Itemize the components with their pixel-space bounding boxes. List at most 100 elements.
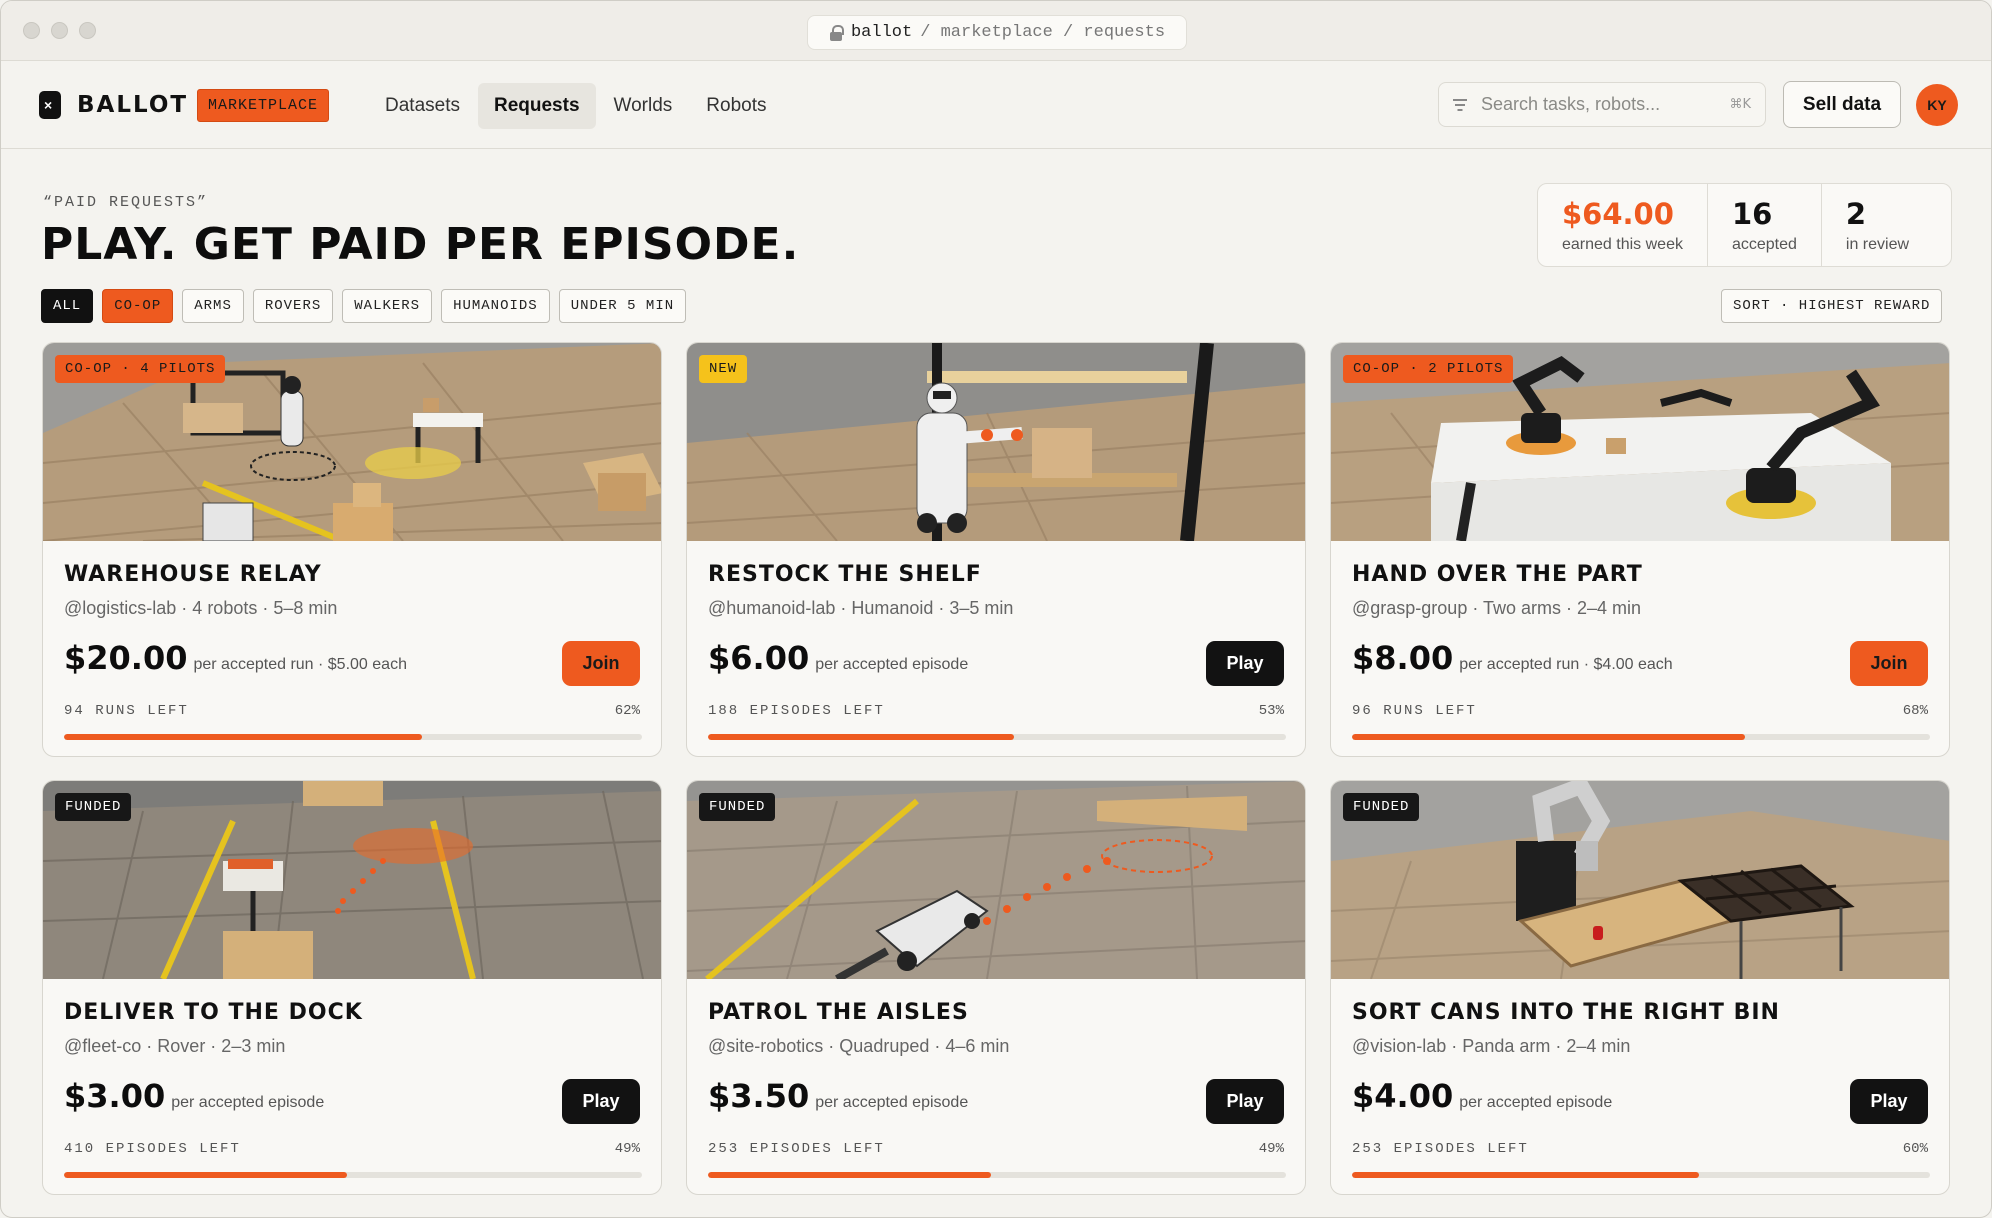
card-remaining: 188 EPISODES LEFT bbox=[708, 703, 885, 719]
card-price-note: per accepted run · $5.00 each bbox=[193, 656, 407, 673]
chip-humanoids[interactable]: HUMANOIDS bbox=[441, 289, 550, 323]
stat-earned: $64.00 earned this week bbox=[1538, 184, 1708, 266]
progress-bar bbox=[708, 734, 1286, 740]
card-title: PATROL THE AISLES bbox=[708, 1000, 969, 1025]
nav-links: Datasets Requests Worlds Robots bbox=[369, 83, 783, 129]
card-price: $20.00 bbox=[64, 639, 188, 677]
stat-accepted-value: 16 bbox=[1731, 197, 1773, 231]
card-price-row: $4.00 per accepted episode bbox=[1352, 1077, 1612, 1115]
stat-accepted-label: accepted bbox=[1731, 236, 1797, 253]
card-remaining: 94 RUNS LEFT bbox=[64, 703, 189, 719]
chip-under-5-min[interactable]: UNDER 5 MIN bbox=[558, 289, 687, 323]
card-thumbnail bbox=[1331, 781, 1949, 979]
brand-logo[interactable]: BALLOT bbox=[39, 91, 188, 119]
chip-walkers[interactable]: WALKERS bbox=[342, 289, 433, 323]
brand-name: BALLOT bbox=[77, 92, 189, 118]
search-input[interactable]: Search tasks, robots... ⌘K bbox=[1438, 82, 1766, 127]
play-button[interactable]: Play bbox=[562, 1079, 640, 1124]
nav-link-requests[interactable]: Requests bbox=[477, 83, 596, 129]
join-button[interactable]: Join bbox=[562, 641, 640, 686]
sell-data-button[interactable]: Sell data bbox=[1783, 81, 1901, 128]
card-meta: @humanoid-lab · Humanoid · 3–5 min bbox=[708, 598, 1014, 618]
chip-all[interactable]: ALL bbox=[41, 289, 94, 323]
chip-co-op[interactable]: CO-OP bbox=[102, 289, 174, 323]
card-percent: 53% bbox=[1258, 703, 1284, 719]
avatar[interactable]: KY bbox=[1916, 84, 1958, 126]
card-title: RESTOCK THE SHELF bbox=[708, 562, 982, 587]
lock-icon bbox=[829, 24, 844, 41]
nav-link-robots[interactable]: Robots bbox=[690, 83, 782, 129]
card-tag: CO-OP · 2 PILOTS bbox=[1343, 355, 1514, 383]
card-price-row: $3.50 per accepted episode bbox=[708, 1077, 968, 1115]
card-meta: @grasp-group · Two arms · 2–4 min bbox=[1352, 598, 1642, 618]
nav-link-worlds[interactable]: Worlds bbox=[598, 83, 689, 129]
card-title: HAND OVER THE PART bbox=[1352, 562, 1643, 587]
close-window-button[interactable] bbox=[23, 22, 40, 39]
minimize-window-button[interactable] bbox=[51, 22, 68, 39]
maximize-window-button[interactable] bbox=[79, 22, 96, 39]
card-price-row: $8.00 per accepted run · $4.00 each bbox=[1352, 639, 1673, 677]
join-button[interactable]: Join bbox=[1850, 641, 1928, 686]
progress-bar bbox=[64, 734, 642, 740]
filter-chips: ALL CO-OP ARMS ROVERS WALKERS HUMANOIDS … bbox=[41, 289, 687, 323]
card-remaining: 96 RUNS LEFT bbox=[1352, 703, 1477, 719]
card-price: $6.00 bbox=[708, 639, 810, 677]
sort-dropdown[interactable]: SORT · HIGHEST REWARD bbox=[1721, 289, 1943, 323]
card-percent: 49% bbox=[614, 1141, 640, 1157]
earnings-stats: $64.00 earned this week 16 accepted 2 in… bbox=[1537, 183, 1952, 267]
card-price: $3.50 bbox=[708, 1077, 810, 1115]
card-meta: @site-robotics · Quadruped · 4–6 min bbox=[708, 1036, 1010, 1056]
url-host: ballot bbox=[850, 23, 913, 42]
progress-bar bbox=[708, 1172, 1286, 1178]
card-title: DELIVER TO THE DOCK bbox=[64, 1000, 363, 1025]
url-path: / marketplace / requests bbox=[920, 23, 1166, 42]
card-title: WAREHOUSE RELAY bbox=[64, 562, 322, 587]
page-title: PLAY. GET PAID PER EPISODE. bbox=[41, 219, 800, 270]
search-shortcut: ⌘K bbox=[1729, 97, 1751, 112]
stat-earned-value: $64.00 bbox=[1562, 197, 1674, 231]
play-button[interactable]: Play bbox=[1850, 1079, 1928, 1124]
play-button[interactable]: Play bbox=[1206, 1079, 1284, 1124]
card-price: $8.00 bbox=[1352, 639, 1454, 677]
card-price-note: per accepted episode bbox=[1459, 1094, 1613, 1111]
chip-rovers[interactable]: ROVERS bbox=[252, 289, 334, 323]
progress-fill bbox=[64, 1172, 348, 1178]
play-button[interactable]: Play bbox=[1206, 641, 1284, 686]
request-card[interactable]: CO-OP · 2 PILOTS HAND OVER THE PART @gra… bbox=[1330, 342, 1950, 757]
progress-bar bbox=[1352, 1172, 1930, 1178]
progress-fill bbox=[708, 1172, 992, 1178]
request-card[interactable]: FUNDED SORT CANS INTO THE RIGHT BIN @vis… bbox=[1330, 780, 1950, 1195]
card-title: SORT CANS INTO THE RIGHT BIN bbox=[1352, 1000, 1780, 1025]
card-tag: FUNDED bbox=[699, 793, 776, 821]
request-card[interactable]: FUNDED DELIVER TO THE DOCK @fleet-co · R… bbox=[42, 780, 662, 1195]
card-price-note: per accepted episode bbox=[815, 656, 969, 673]
window-controls bbox=[23, 22, 96, 39]
progress-bar bbox=[1352, 734, 1930, 740]
progress-bar bbox=[64, 1172, 642, 1178]
card-price-row: $3.00 per accepted episode bbox=[64, 1077, 324, 1115]
filter-icon bbox=[1453, 98, 1467, 111]
sort-cans-scene-image bbox=[1331, 781, 1949, 979]
card-remaining: 253 EPISODES LEFT bbox=[708, 1141, 885, 1157]
card-price: $3.00 bbox=[64, 1077, 166, 1115]
nav-link-datasets[interactable]: Datasets bbox=[369, 83, 476, 129]
shelf-scene-image bbox=[687, 343, 1305, 541]
address-bar[interactable]: ballot / marketplace / requests bbox=[807, 15, 1187, 50]
card-price-note: per accepted episode bbox=[171, 1094, 325, 1111]
card-percent: 68% bbox=[1902, 703, 1928, 719]
request-card[interactable]: CO-OP · 4 PILOTS WAREHOUSE RELAY @logist… bbox=[42, 342, 662, 757]
card-price-row: $20.00 per accepted run · $5.00 each bbox=[64, 639, 407, 677]
request-card[interactable]: FUNDED PATROL THE AISLES @site-robotics … bbox=[686, 780, 1306, 1195]
stat-accepted: 16 accepted bbox=[1708, 184, 1822, 266]
card-thumbnail bbox=[43, 781, 661, 979]
marketplace-badge: MARKETPLACE bbox=[197, 89, 330, 122]
chip-arms[interactable]: ARMS bbox=[182, 289, 244, 323]
stat-in-review-value: 2 bbox=[1845, 197, 1867, 231]
card-tag: FUNDED bbox=[55, 793, 132, 821]
request-card[interactable]: NEW RESTOCK THE SHELF @humanoid-lab · Hu… bbox=[686, 342, 1306, 757]
card-thumbnail bbox=[687, 343, 1305, 541]
stat-in-review-label: in review bbox=[1845, 236, 1910, 253]
card-price: $4.00 bbox=[1352, 1077, 1454, 1115]
page-eyebrow: “PAID REQUESTS” bbox=[43, 194, 209, 211]
card-meta: @fleet-co · Rover · 2–3 min bbox=[64, 1036, 286, 1056]
